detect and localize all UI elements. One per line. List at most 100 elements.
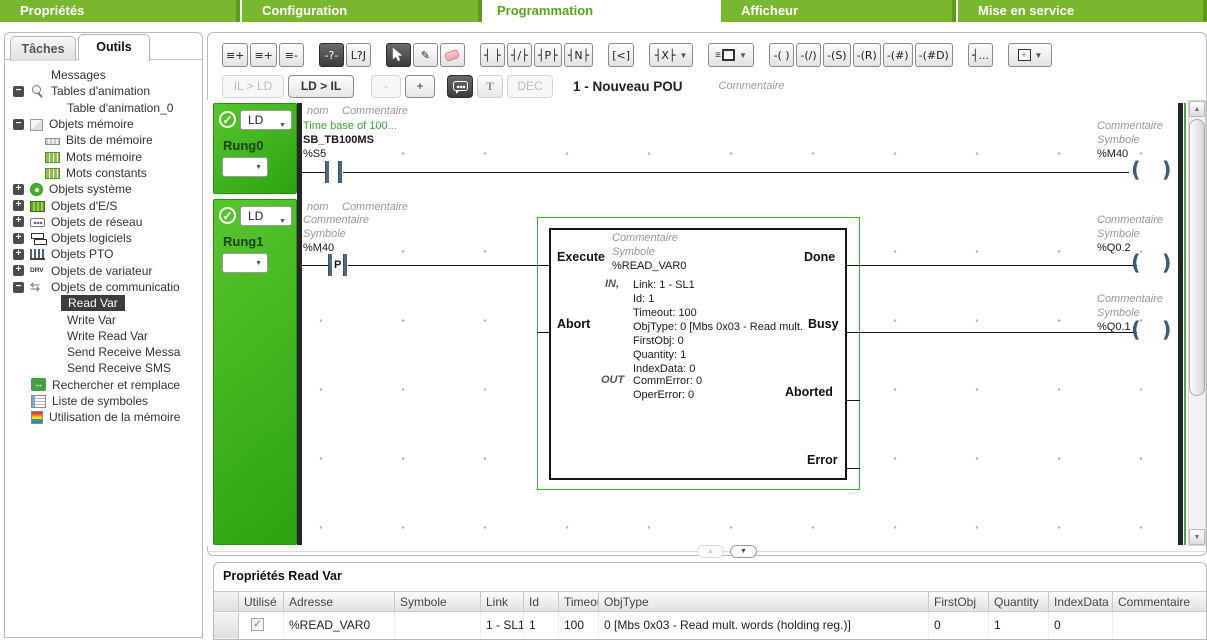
function-block-combo[interactable]: ≡▼ [708, 43, 754, 67]
coil-reset-button[interactable]: -(R) [853, 43, 881, 67]
sidebar-item-liste-de-symboles[interactable]: Liste de symboles [5, 393, 202, 409]
column-header-id[interactable]: Id [524, 592, 559, 611]
link-cell[interactable]: 1 - SL1 [481, 613, 524, 638]
expand-node-icon[interactable]: + [13, 184, 24, 195]
collapse-node-icon[interactable]: − [13, 86, 24, 97]
sidebar-item-objets-pto[interactable]: +Objets PTO [5, 246, 202, 262]
sidebar-item-mots-constants[interactable]: Mots constants [5, 165, 202, 181]
coil-symbol-placeholder[interactable]: Symbole [1097, 228, 1140, 240]
comparison-block-button[interactable]: [<] [608, 43, 634, 67]
contact-falling-edge-button[interactable]: ┤N├ [564, 43, 593, 67]
eraser-tool-button[interactable] [440, 43, 465, 67]
rung1-extra-select[interactable]: ▼ [222, 253, 268, 273]
pou-comment-placeholder[interactable]: Commentaire [719, 80, 785, 92]
coil-address[interactable]: %M40 [1097, 148, 1128, 160]
symbol-text-button[interactable]: T [477, 75, 503, 98]
tab-taches[interactable]: Tâches [10, 36, 76, 61]
sidebar-item-bits-de-m-moire[interactable]: Bits de mémoire [5, 132, 202, 148]
coil-address[interactable]: %Q0.2 [1097, 242, 1131, 254]
column-header-firstobj[interactable]: FirstObj [929, 592, 989, 611]
column-header-objtype[interactable]: ObjType [599, 592, 929, 611]
branch-button[interactable]: L?J [346, 43, 371, 67]
rung1-header[interactable]: ✓ LD▼ Rung1 ▼ [213, 199, 297, 545]
contact-bar-icon[interactable] [343, 254, 347, 276]
sidebar-item-send-receive-messa[interactable]: Send Receive Messa [5, 344, 202, 360]
tab-afficheur[interactable]: Afficheur [721, 0, 956, 22]
column-header-link[interactable]: Link [481, 592, 524, 611]
dec-button[interactable]: DEC [507, 75, 553, 98]
properties-table-row[interactable]: ✓ %READ_VAR0 1 - SL1 1 100 0 [Mbs 0x03 -… [214, 613, 1207, 638]
coil-negated-button[interactable]: -(/) [796, 43, 821, 67]
rung0-canvas[interactable] [302, 103, 1178, 196]
row-selector-cell[interactable] [214, 613, 239, 638]
contact-bar-icon[interactable] [328, 254, 332, 276]
objtype-cell[interactable]: 0 [Mbs 0x03 - Read mult. words (holding … [599, 613, 929, 638]
tab-proprietes[interactable]: Propriétés [0, 0, 240, 22]
commentaire-cell[interactable] [1113, 613, 1207, 638]
column-header-indexdata[interactable]: IndexData [1049, 592, 1113, 611]
block-instance-name[interactable]: %READ_VAR0 [612, 259, 686, 273]
symbole-cell[interactable] [395, 613, 481, 638]
selection-tool-button[interactable] [386, 43, 411, 67]
ld-to-il-button[interactable]: LD > IL [288, 75, 354, 98]
sidebar-item-write-var[interactable]: Write Var [5, 311, 202, 327]
column-header-utilis[interactable]: Utilisé [239, 592, 284, 611]
column-header-symbole[interactable]: Symbole [395, 592, 481, 611]
sidebar-item-objets-de-variateur[interactable]: +DRVObjets de variateur [5, 263, 202, 279]
collapse-down-button[interactable]: ▼ [730, 545, 757, 558]
block-comment-placeholder[interactable]: Commentaire [612, 231, 678, 245]
sidebar-item-rechercher-et-remplace[interactable]: ↔Rechercher et remplace [5, 377, 202, 393]
sidebar-item-send-receive-sms[interactable]: Send Receive SMS [5, 360, 202, 376]
sidebar-item-write-read-var[interactable]: Write Read Var [5, 328, 202, 344]
contact-bar-icon[interactable] [325, 161, 329, 183]
expand-node-icon[interactable]: + [13, 233, 24, 244]
pencil-tool-button[interactable]: ✎ [413, 43, 438, 67]
expand-node-icon[interactable]: + [13, 249, 24, 260]
rung0-header[interactable]: ✓ LD▼ Rung0 ▼ [213, 103, 297, 194]
operation-block-combo[interactable]: ┤X├▼ [649, 43, 693, 67]
rung1-language-select[interactable]: LD▼ [240, 206, 292, 226]
contact-rising-edge-button[interactable]: ┤P├ [534, 43, 562, 67]
expand-node-icon[interactable]: + [13, 216, 24, 227]
column-header-selector[interactable] [214, 592, 239, 611]
tab-configuration[interactable]: Configuration [242, 0, 482, 22]
operate-coil-d-button[interactable]: -(#D) [915, 43, 953, 67]
add-cell-combo[interactable]: +▼ [1008, 43, 1052, 67]
il-to-ld-button[interactable]: IL > LD [222, 75, 284, 98]
sidebar-item-utilisation-de-la-m-moire[interactable]: Utilisation de la mémoire [5, 409, 202, 425]
insert-rung-button[interactable]: ≡+ [250, 43, 276, 67]
new-rung-button[interactable]: ≡+ [222, 43, 248, 67]
coil-address[interactable]: %Q0.1 [1097, 321, 1131, 333]
address-cell[interactable]: %READ_VAR0 [284, 613, 395, 638]
coil-set-button[interactable]: -(S) [823, 43, 851, 67]
operation-rung-button[interactable]: ┤... [968, 43, 993, 67]
contact-symbol-placeholder[interactable]: Symbole [303, 228, 346, 240]
delete-rung-button[interactable]: ≡- [279, 43, 304, 67]
contact-closed-button[interactable]: ┤/├ [507, 43, 532, 67]
undefined-element-button[interactable]: -?- [319, 43, 344, 67]
coil-button[interactable]: -( ) [769, 43, 794, 67]
expand-node-icon[interactable]: + [13, 265, 24, 276]
zoom-out-button[interactable]: - [371, 75, 401, 98]
timeout-cell[interactable]: 100 [559, 613, 599, 638]
operate-coil-button[interactable]: -(#) [883, 43, 913, 67]
scroll-up-button[interactable]: ▲ [1189, 101, 1205, 117]
vertical-scrollbar[interactable]: ▲ ▼ [1188, 100, 1206, 546]
scroll-down-button[interactable]: ▼ [1189, 529, 1205, 545]
expand-node-icon[interactable]: + [13, 200, 24, 211]
sidebar-item-messages[interactable]: Messages [5, 67, 202, 83]
sidebar-item-mots-m-moire[interactable]: Mots mémoire [5, 148, 202, 164]
coil-comment-placeholder[interactable]: Commentaire [1097, 214, 1163, 226]
coil-symbol-placeholder[interactable]: Symbole [1097, 134, 1140, 146]
contact-symbol[interactable]: SB_TB100MS [303, 134, 374, 146]
collapse-node-icon[interactable]: − [13, 119, 24, 130]
id-cell[interactable]: 1 [524, 613, 559, 638]
contact-comment[interactable]: Time base of 100... [303, 120, 397, 132]
sidebar-item-objets-m-moire[interactable]: −Objets mémoire [5, 116, 202, 132]
coil-comment-placeholder[interactable]: Commentaire [1097, 120, 1163, 132]
sidebar-item-read-var[interactable]: Read Var [5, 295, 202, 311]
tab-mise-en-service[interactable]: Mise en service [958, 0, 1207, 22]
sidebar-item-objets-de-r-seau[interactable]: +Objets de réseau [5, 214, 202, 230]
sidebar-item-objets-syst-me[interactable]: +Objets système [5, 181, 202, 197]
contact-address[interactable]: %M40 [303, 242, 334, 254]
